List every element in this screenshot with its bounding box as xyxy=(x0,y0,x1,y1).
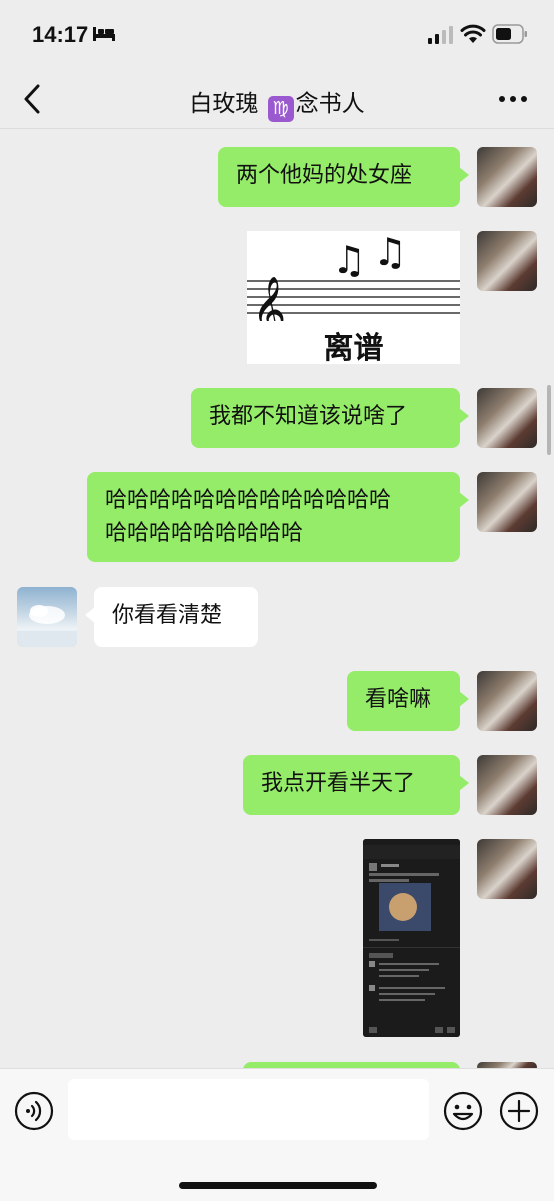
message-text: 两个他妈的处女座 xyxy=(236,163,413,188)
svg-text:♫: ♫ xyxy=(332,238,366,282)
my-avatar[interactable] xyxy=(477,147,537,207)
message-text: 我点开看半天了 xyxy=(261,771,416,796)
plus-icon[interactable] xyxy=(499,1091,539,1131)
chat-title-suffix: 念书人 xyxy=(295,91,365,117)
my-avatar[interactable] xyxy=(477,839,537,899)
message-input[interactable] xyxy=(68,1079,429,1140)
signal-icon xyxy=(428,26,453,44)
virgo-icon: ♍ xyxy=(267,96,294,122)
message-text: 我都不知道该说啥了 xyxy=(209,404,408,429)
svg-text:♫: ♫ xyxy=(373,231,407,274)
message-text-line: 哈哈哈哈哈哈哈哈哈哈哈哈哈 xyxy=(105,488,392,513)
message-bubble[interactable]: 我点开看半天了 xyxy=(243,755,469,815)
my-avatar[interactable] xyxy=(477,231,537,291)
my-avatar[interactable] xyxy=(477,671,537,731)
contact-avatar[interactable] xyxy=(17,587,77,647)
sticker-image[interactable]: 𝄞 ♫ ♫ 离谱 xyxy=(247,231,460,366)
music-staff-graphic: 𝄞 ♫ ♫ xyxy=(247,231,460,321)
message-bubble[interactable]: 看啥嘛 xyxy=(347,671,469,731)
message-text: 你看看清楚 xyxy=(112,603,223,628)
bed-icon xyxy=(93,27,115,41)
screenshot-thumbnail xyxy=(363,839,460,1037)
message-bubble[interactable]: 哈哈哈哈哈哈哈哈哈哈哈哈哈 哈哈哈哈哈哈哈哈哈 xyxy=(87,472,469,562)
message-text: 看啥嘛 xyxy=(365,687,432,712)
wifi-icon xyxy=(460,24,486,43)
message-bubble[interactable]: 我都不知道该说啥了 xyxy=(191,388,469,448)
svg-text:𝄞: 𝄞 xyxy=(252,275,286,321)
chat-title-name: 白玫瑰 xyxy=(189,91,259,117)
chat-title: 白玫瑰 ♍ 念书人 xyxy=(0,84,554,122)
scrollbar[interactable] xyxy=(547,385,551,455)
header-divider xyxy=(0,128,554,129)
cloud-graphic xyxy=(17,605,77,647)
my-avatar[interactable] xyxy=(477,755,537,815)
message-bubble[interactable]: 你看看清楚 xyxy=(85,587,258,647)
chat-header: 白玫瑰 ♍ 念书人 xyxy=(0,70,554,128)
emoji-icon[interactable] xyxy=(443,1091,483,1131)
home-indicator[interactable] xyxy=(179,1182,377,1189)
sticker-caption: 离谱 xyxy=(323,331,384,366)
message-bubble[interactable]: 两个他妈的处女座 xyxy=(218,147,469,207)
status-bar: 14:17 xyxy=(0,0,554,70)
battery-icon xyxy=(492,24,527,44)
more-icon[interactable] xyxy=(498,94,528,104)
voice-icon[interactable] xyxy=(14,1091,54,1131)
my-avatar[interactable] xyxy=(477,388,537,448)
screenshot-image[interactable] xyxy=(363,839,460,1037)
my-avatar[interactable] xyxy=(477,472,537,532)
message-text-line: 哈哈哈哈哈哈哈哈哈 xyxy=(105,521,304,546)
status-time: 14:17 xyxy=(32,22,89,47)
